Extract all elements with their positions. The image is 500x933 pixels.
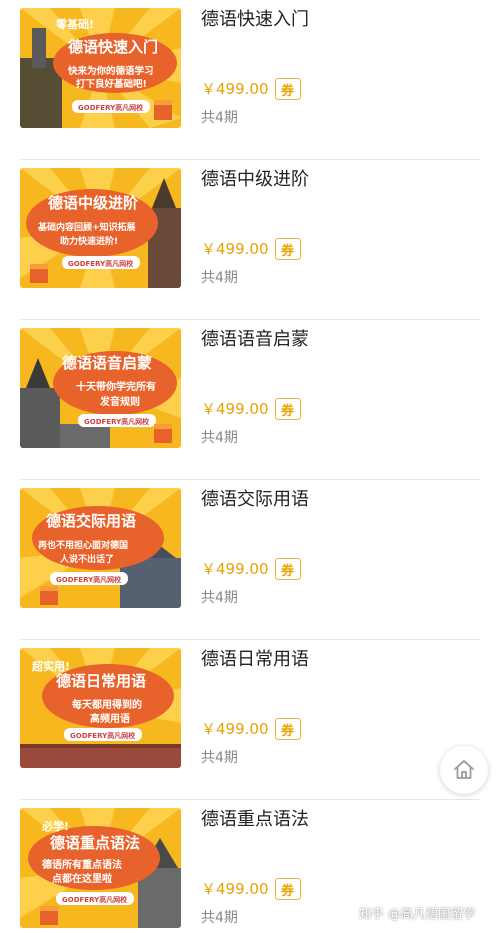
price-row: ￥499.00 券 bbox=[201, 398, 301, 420]
banner-headline: 德语交际用语 bbox=[46, 512, 136, 530]
coupon-badge[interactable]: 券 bbox=[274, 398, 301, 420]
banner-brand: GODFERY高凡网校 bbox=[62, 895, 128, 904]
course-item[interactable]: 零基础! 德语快速入门 快来为你的德语学习 打下良好基础吧! GODFERY高凡… bbox=[0, 0, 500, 160]
course-periods: 共4期 bbox=[201, 270, 238, 286]
price-row: ￥499.00 券 bbox=[201, 558, 301, 580]
course-banner: 必学! 德语重点语法 德语所有重点语法 点都在这里啦 GODFERY高凡网校 bbox=[20, 808, 181, 928]
banner-line: 德语所有重点语法 bbox=[41, 858, 122, 871]
banner-headline: 德语中级进阶 bbox=[48, 194, 139, 212]
course-thumbnail[interactable]: 超实用! 德语日常用语 每天都用得到的 高频用语 GODFERY高凡网校 bbox=[20, 648, 181, 768]
course-thumbnail[interactable]: 零基础! 德语快速入门 快来为你的德语学习 打下良好基础吧! GODFERY高凡… bbox=[20, 8, 181, 128]
course-banner: 德语中级进阶 基础内容回顾+知识拓展 助力快速进阶! GODFERY高凡网校 bbox=[20, 168, 181, 288]
course-periods: 共4期 bbox=[201, 910, 238, 926]
course-price: ￥499.00 bbox=[201, 400, 269, 418]
banner-brand: GODFERY高凡网校 bbox=[84, 417, 150, 426]
banner-headline: 德语重点语法 bbox=[50, 834, 140, 852]
banner-brand: GODFERY高凡网校 bbox=[70, 731, 136, 740]
banner-line: 发音规则 bbox=[99, 395, 140, 408]
course-item[interactable]: 德语交际用语 再也不用担心面对德国 人说不出话了 GODFERY高凡网校 德语交… bbox=[0, 480, 500, 640]
price-row: ￥499.00 券 bbox=[201, 718, 301, 740]
coupon-badge[interactable]: 券 bbox=[274, 238, 301, 260]
price-row: ￥499.00 券 bbox=[201, 878, 301, 900]
banner-tag: 零基础! bbox=[55, 17, 94, 31]
banner-headline: 德语日常用语 bbox=[56, 672, 146, 690]
coupon-badge[interactable]: 券 bbox=[274, 878, 301, 900]
banner-line: 助力快速进阶! bbox=[60, 235, 118, 247]
course-banner: 德语语音启蒙 十天带你学完所有 发音规则 GODFERY高凡网校 bbox=[20, 328, 181, 448]
course-thumbnail[interactable]: 德语中级进阶 基础内容回顾+知识拓展 助力快速进阶! GODFERY高凡网校 bbox=[20, 168, 181, 288]
banner-line: 高频用语 bbox=[90, 712, 130, 725]
home-icon bbox=[454, 760, 474, 779]
course-title[interactable]: 德语快速入门 bbox=[201, 6, 309, 34]
course-banner: 零基础! 德语快速入门 快来为你的德语学习 打下良好基础吧! GODFERY高凡… bbox=[20, 8, 181, 128]
banner-line: 快来为你的德语学习 bbox=[68, 65, 154, 77]
banner-line: 每天都用得到的 bbox=[72, 698, 142, 711]
coupon-badge[interactable]: 券 bbox=[274, 718, 301, 740]
course-thumbnail[interactable]: 必学! 德语重点语法 德语所有重点语法 点都在这里啦 GODFERY高凡网校 bbox=[20, 808, 181, 928]
watermark: 知乎 @高凡德国留学 bbox=[359, 906, 476, 921]
course-periods: 共4期 bbox=[201, 430, 238, 446]
banner-line: 人说不出话了 bbox=[59, 553, 114, 565]
banner-headline: 德语语音启蒙 bbox=[62, 354, 152, 372]
home-button[interactable] bbox=[440, 746, 488, 794]
course-title[interactable]: 德语中级进阶 bbox=[201, 166, 309, 194]
banner-tag: 必学! bbox=[41, 819, 69, 833]
banner-brand: GODFERY高凡网校 bbox=[78, 103, 144, 112]
coupon-badge[interactable]: 券 bbox=[274, 558, 301, 580]
course-banner: 超实用! 德语日常用语 每天都用得到的 高频用语 GODFERY高凡网校 bbox=[20, 648, 181, 768]
banner-brand: GODFERY高凡网校 bbox=[56, 575, 122, 584]
coupon-badge[interactable]: 券 bbox=[274, 78, 301, 100]
course-title[interactable]: 德语交际用语 bbox=[201, 486, 309, 514]
course-title[interactable]: 德语重点语法 bbox=[201, 806, 309, 834]
course-thumbnail[interactable]: 德语交际用语 再也不用担心面对德国 人说不出话了 GODFERY高凡网校 bbox=[20, 488, 181, 608]
course-periods: 共4期 bbox=[201, 750, 238, 766]
course-title[interactable]: 德语日常用语 bbox=[201, 646, 309, 674]
course-price: ￥499.00 bbox=[201, 240, 269, 258]
course-item[interactable]: 德语中级进阶 基础内容回顾+知识拓展 助力快速进阶! GODFERY高凡网校 德… bbox=[0, 160, 500, 320]
course-periods: 共4期 bbox=[201, 110, 238, 126]
course-price: ￥499.00 bbox=[201, 560, 269, 578]
banner-line: 再也不用担心面对德国 bbox=[38, 539, 128, 551]
banner-brand: GODFERY高凡网校 bbox=[68, 259, 134, 268]
course-banner: 德语交际用语 再也不用担心面对德国 人说不出话了 GODFERY高凡网校 bbox=[20, 488, 181, 608]
banner-line: 十天带你学完所有 bbox=[76, 380, 156, 393]
course-price: ￥499.00 bbox=[201, 720, 269, 738]
price-row: ￥499.00 券 bbox=[201, 238, 301, 260]
course-periods: 共4期 bbox=[201, 590, 238, 606]
course-thumbnail[interactable]: 德语语音启蒙 十天带你学完所有 发音规则 GODFERY高凡网校 bbox=[20, 328, 181, 448]
price-row: ￥499.00 券 bbox=[201, 78, 301, 100]
banner-line: 点都在这里啦 bbox=[52, 872, 112, 885]
banner-tag: 超实用! bbox=[31, 659, 70, 673]
banner-line: 基础内容回顾+知识拓展 bbox=[37, 221, 136, 233]
course-item[interactable]: 超实用! 德语日常用语 每天都用得到的 高频用语 GODFERY高凡网校 德语日… bbox=[0, 640, 500, 800]
banner-headline: 德语快速入门 bbox=[68, 38, 158, 56]
course-item[interactable]: 德语语音启蒙 十天带你学完所有 发音规则 GODFERY高凡网校 德语语音启蒙 … bbox=[0, 320, 500, 480]
course-price: ￥499.00 bbox=[201, 880, 269, 898]
course-title[interactable]: 德语语音启蒙 bbox=[201, 326, 309, 354]
banner-line: 打下良好基础吧! bbox=[76, 78, 147, 90]
course-price: ￥499.00 bbox=[201, 80, 269, 98]
